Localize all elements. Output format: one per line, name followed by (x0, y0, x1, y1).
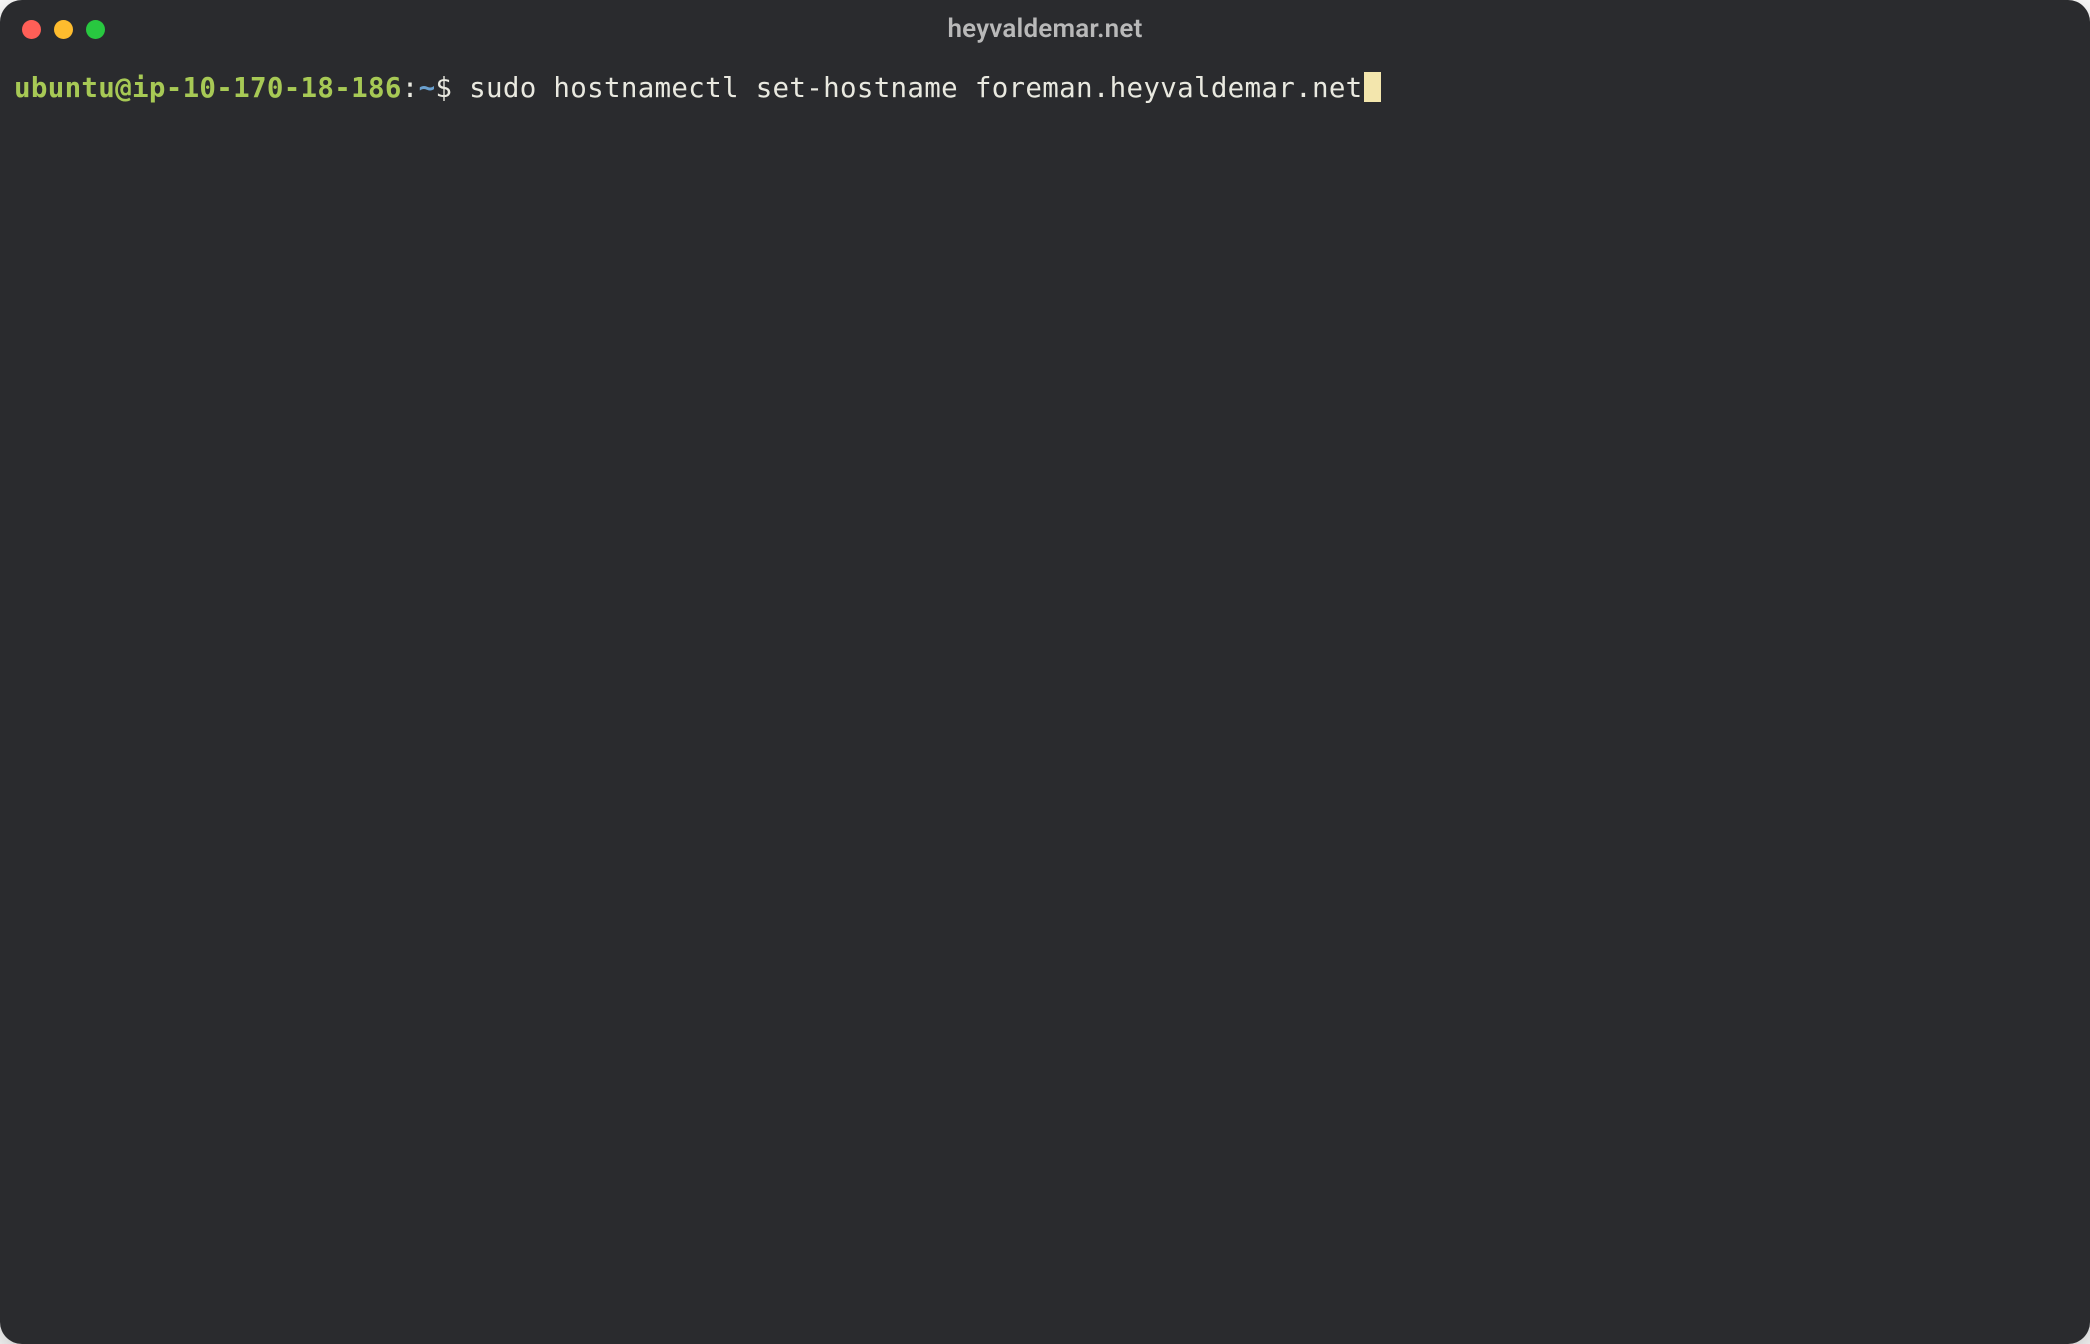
window-title: heyvaldemar.net (947, 14, 1142, 44)
prompt-path: ~ (419, 72, 436, 104)
titlebar: heyvaldemar.net (0, 0, 2090, 58)
close-icon[interactable] (22, 20, 41, 39)
zoom-icon[interactable] (86, 20, 105, 39)
minimize-icon[interactable] (54, 20, 73, 39)
prompt-colon: : (402, 72, 419, 104)
command-text: sudo hostnamectl set-hostname foreman.he… (469, 72, 1362, 104)
traffic-lights (22, 20, 105, 39)
prompt-user-host: ubuntu@ip-10-170-18-186 (14, 72, 402, 104)
prompt-symbol: $ (435, 72, 452, 104)
terminal-window: heyvaldemar.net ubuntu@ip-10-170-18-186:… (0, 0, 2090, 1344)
cursor-icon (1364, 72, 1381, 102)
terminal-body[interactable]: ubuntu@ip-10-170-18-186:~$ sudo hostname… (0, 58, 2090, 1344)
